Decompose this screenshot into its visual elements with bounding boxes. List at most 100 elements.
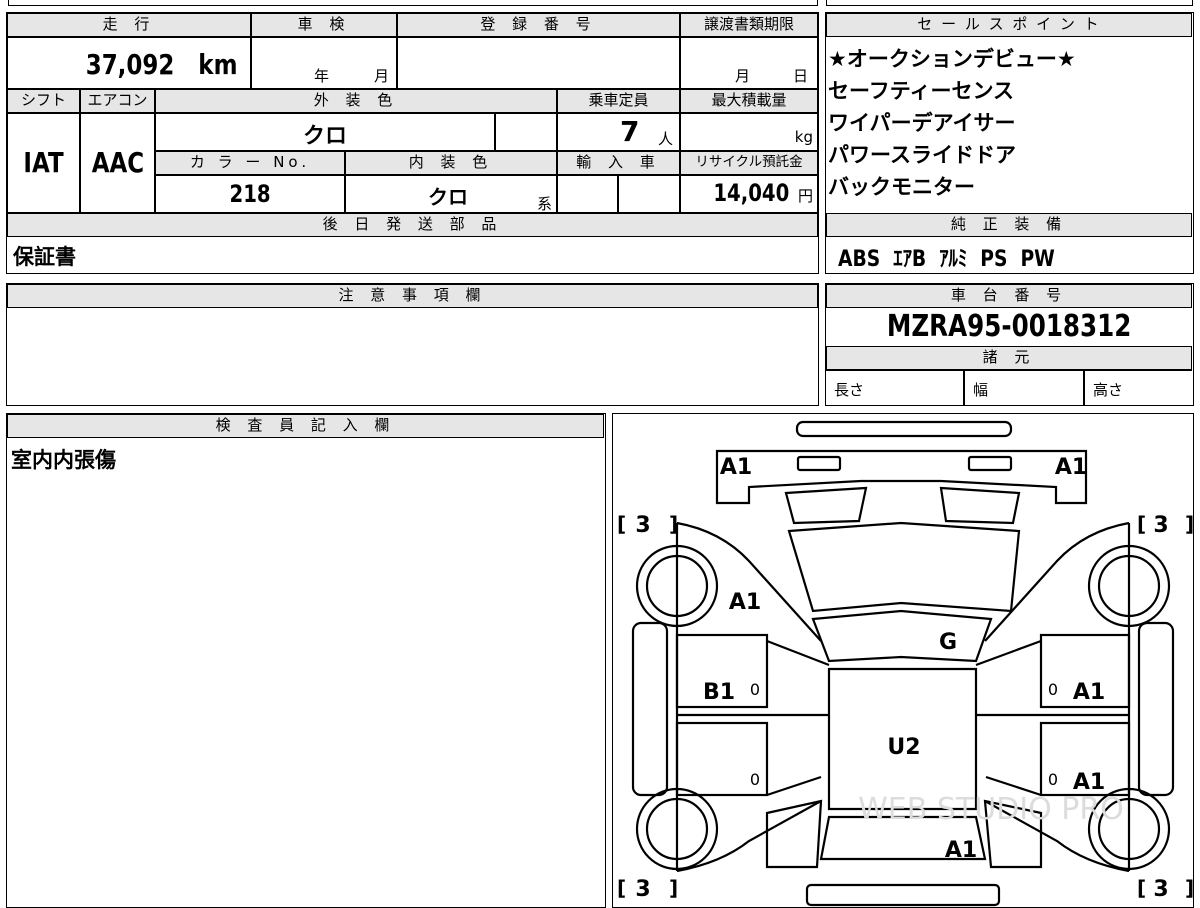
sales-point-item: ★オークションデビュー★ [828,47,1076,71]
car-diagram: [ ] [ ] [ ] [ ] WEB STUDIO PRO A1 A1 A1 … [617,420,1193,907]
car-diagram-box: [ ] [ ] [ ] [ ] WEB STUDIO PRO A1 A1 A1 … [612,413,1194,908]
color-no-cell: 218 [155,175,345,213]
mark-zero-lf: 0 [750,680,760,699]
top-strip-right [826,0,1193,6]
import-cell-b [618,175,680,213]
capacity-value: 7 [620,115,640,148]
top-strip [8,0,818,6]
later-shipping-cell: 保証書 [7,237,818,273]
inspector-value: 室内内張傷 [11,448,116,472]
import-cell-a [557,175,618,213]
inspector-header: 検 査 員 記 入 欄 [7,414,604,438]
capacity-header: 乗車定員 [557,89,680,113]
notes-header: 注 意 事 項 欄 [7,284,818,308]
tire-bracket-rr-close: ] [1185,876,1193,900]
sales-point-item: セーフティーセンス [828,79,1015,103]
import-header: 輸 入 車 [557,151,680,175]
ac-header: エアコン [80,89,155,113]
interior-color-value: クロ [428,185,468,209]
max-load-header: 最大積載量 [680,89,818,113]
length-cell: 長さ [826,370,964,405]
mileage-cell: 37,092 km [7,37,251,89]
mark-windshield: G [939,630,957,655]
later-shipping-value: 保証書 [13,245,76,269]
specs-header: 諸 元 [826,346,1192,370]
recycle-header: リサイクル預託金 [680,151,818,175]
mark-front-left: A1 [720,455,752,480]
sales-points-list: ★オークションデビュー★ セーフティーセンス ワイパーデアイサー パワースライド… [826,43,1192,203]
inspector-box: 検 査 員 記 入 欄 室内内張傷 [6,413,606,908]
transfer-deadline-cell: 月 日 [680,37,818,89]
later-shipping-header: 後 日 発 送 部 品 [7,213,818,237]
capacity-cell: 7 人 [557,113,680,151]
mark-tire-fr: 3 [1153,513,1168,538]
mark-tire-fl: 3 [635,513,650,538]
chassis-box: 車 台 番 号 MZRA95-0018312 諸 元 長さ 幅 高さ [825,283,1194,406]
mileage-header: 走 行 [7,13,251,37]
mileage-unit: km [198,48,238,81]
width-cell: 幅 [964,370,1084,405]
transfer-month-unit: 月 [735,67,751,85]
recycle-amount: 14,040 円 [705,179,813,207]
interior-color-header: 内 装 色 [345,151,557,175]
tire-bracket-fr: [ [1137,512,1146,536]
tire-bracket-fl: [ [617,512,626,536]
watermark: WEB STUDIO PRO [858,792,1124,827]
notes-box: 注 意 事 項 欄 [6,283,819,406]
exterior-color-value: クロ [302,124,347,149]
registration-cell [397,37,680,89]
transfer-day-unit: 日 [793,67,809,85]
inspection-year-unit: 年 [314,67,330,85]
inspection-header: 車 検 [251,13,397,37]
standard-equipment-header: 純 正 装 備 [826,213,1192,237]
mark-tire-rl: 3 [635,877,650,902]
max-load-cell: kg [680,113,818,151]
tire-bracket-rr: [ [1137,876,1146,900]
registration-header: 登 録 番 号 [397,13,680,37]
tire-bracket-rl-close: ] [669,876,678,900]
recycle-cell: 14,040 円 [680,175,818,213]
tire-bracket-rl: [ [617,876,626,900]
transfer-deadline-header: 譲渡書類期限 [680,13,818,37]
exterior-color-extra-cell [495,113,557,151]
sales-points-box: セ ー ル ス ポ イ ン ト ★オークションデビュー★ セーフティーセンス ワ… [825,12,1194,274]
mark-roof: U2 [887,735,920,760]
capacity-unit: 人 [658,130,674,148]
exterior-color-cell: クロ [155,113,495,151]
mark-right-rear-door: A1 [1073,770,1105,795]
mark-zero-rf: 0 [1048,680,1058,699]
inspection-month-unit: 月 [374,67,390,85]
chassis-number: MZRA95-0018312 [886,309,1132,344]
shift-header: シフト [7,89,80,113]
recycle-unit: 円 [797,187,813,205]
mark-rear: A1 [945,838,977,863]
mark-left-front-door: B1 [703,680,735,705]
length-label: 長さ [834,381,865,399]
ac-cell: AAC [80,113,155,213]
shift-value: IAT [23,146,64,179]
mark-hood: A1 [729,590,761,615]
sales-point-item: ワイパーデアイサー [828,111,1016,135]
tire-bracket-fl-close: ] [669,512,678,536]
ac-value: AAC [91,146,144,179]
mark-right-front-door: A1 [1073,680,1105,705]
sales-point-item: バックモニター [828,175,975,199]
max-load-unit: kg [794,128,813,146]
mark-front-right: A1 [1055,455,1087,480]
width-label: 幅 [973,381,989,399]
mileage-value: 37,092 [86,48,175,81]
tire-bracket-fr-close: ] [1185,512,1193,536]
height-label: 高さ [1093,381,1124,399]
mark-tire-rr: 3 [1153,877,1168,902]
inspection-cell: 年 月 [251,37,397,89]
chassis-header: 車 台 番 号 [826,284,1192,308]
color-no-value: 218 [229,180,271,208]
mark-zero-lr: 0 [750,770,760,789]
vehicle-info-table: 走 行 車 検 登 録 番 号 譲渡書類期限 37,092 km 年 月 月 日… [6,12,819,274]
interior-color-cell: クロ 系 [345,175,557,213]
shift-cell: IAT [7,113,80,213]
standard-equipment-value: ABS ｴｱB ｱﾙﾐ PS PW [838,247,1055,272]
color-no-header: カ ラ ー No. [155,151,345,175]
interior-color-suffix: 系 [536,195,552,213]
mark-zero-rr: 0 [1048,770,1058,789]
